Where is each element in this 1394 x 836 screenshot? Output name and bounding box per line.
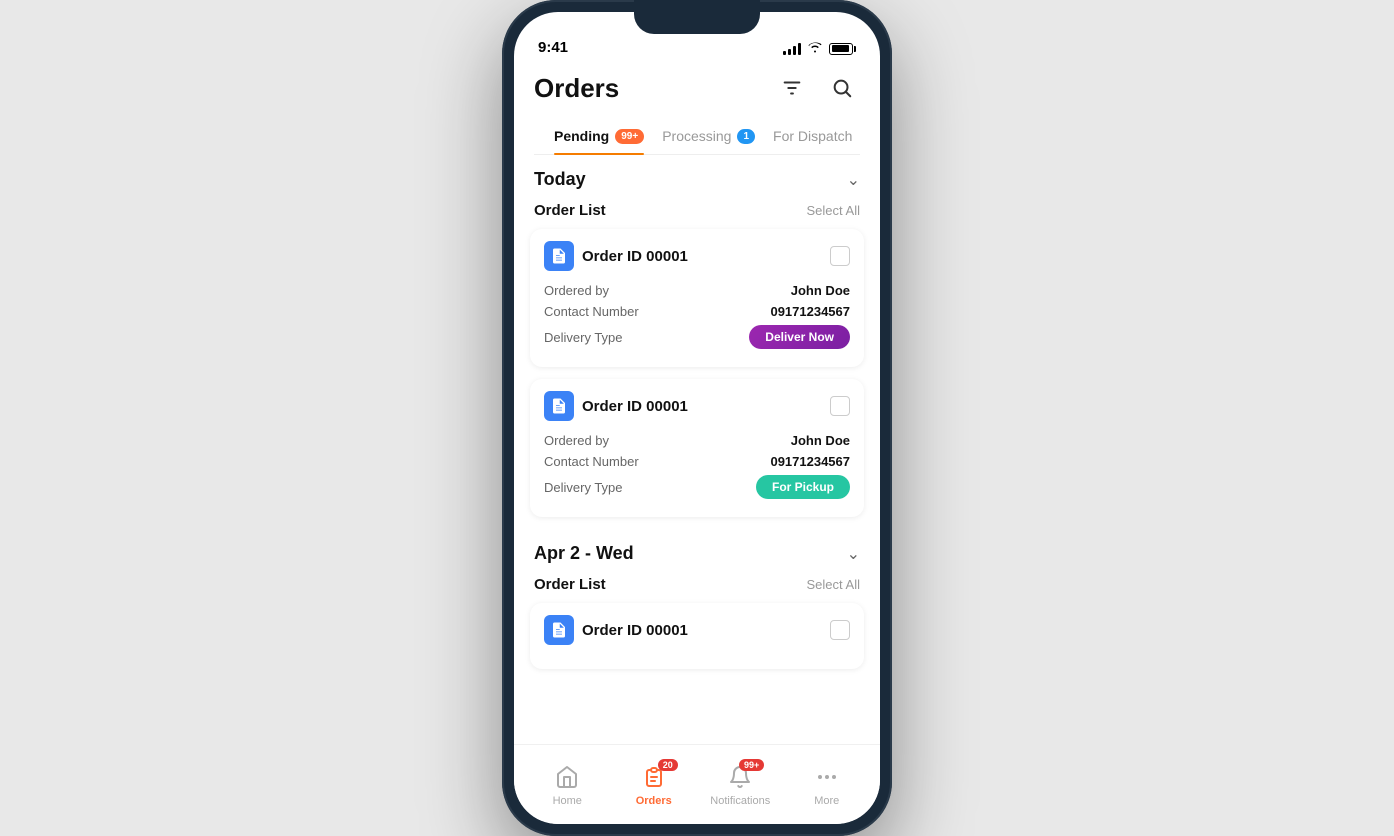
- order-checkbox-2[interactable]: [830, 396, 850, 416]
- today-select-all-button[interactable]: Select All: [807, 203, 860, 218]
- order-2-delivery-label: Delivery Type: [544, 480, 623, 495]
- apr2-select-all-button[interactable]: Select All: [807, 577, 860, 592]
- order-1-contact-value: 09171234567: [770, 304, 850, 319]
- order-checkbox-3[interactable]: [830, 620, 850, 640]
- order-2-ordered-by-value: John Doe: [791, 433, 850, 448]
- nav-home-icon-wrap: [549, 763, 585, 791]
- nav-orders-label: Orders: [636, 795, 672, 807]
- tab-processing[interactable]: Processing 1: [662, 118, 755, 154]
- tab-pending-label: Pending: [554, 128, 609, 144]
- tab-dispatch[interactable]: For Dispatch: [773, 118, 852, 154]
- order-card-3-header: Order ID 00001: [544, 615, 850, 645]
- phone-screen: 9:41: [514, 12, 880, 824]
- apr2-order-list-header: Order List Select All: [514, 574, 880, 603]
- today-title: Today: [534, 169, 586, 190]
- order-id-row-3: Order ID 00001: [544, 615, 688, 645]
- order-id-text-1: Order ID 00001: [582, 248, 688, 265]
- nav-orders-icon-wrap: 20: [636, 763, 672, 791]
- order-1-delivery-row: Delivery Type Deliver Now: [544, 325, 850, 349]
- search-button[interactable]: [824, 70, 860, 106]
- nav-more-icon-wrap: [809, 763, 845, 791]
- tab-processing-badge: 1: [737, 129, 755, 144]
- signal-icon: [783, 43, 801, 55]
- app-content: Orders: [514, 62, 880, 824]
- order-doc-icon-2: [544, 391, 574, 421]
- order-doc-icon-1: [544, 241, 574, 271]
- tab-pending[interactable]: Pending 99+: [554, 118, 644, 154]
- order-1-contact-label: Contact Number: [544, 304, 639, 319]
- order-id-text-2: Order ID 00001: [582, 398, 688, 415]
- nav-notifications-label: Notifications: [710, 795, 770, 807]
- order-card-2-header: Order ID 00001: [544, 391, 850, 421]
- nav-more-label: More: [814, 795, 839, 807]
- page-title: Orders: [534, 73, 619, 104]
- nav-home-label: Home: [553, 795, 582, 807]
- nav-item-orders[interactable]: 20 Orders: [611, 763, 698, 807]
- today-order-list-header: Order List Select All: [514, 200, 880, 229]
- order-card-1[interactable]: Order ID 00001 Ordered by John Doe Conta…: [530, 229, 864, 367]
- header-row: Orders: [534, 70, 860, 106]
- battery-icon: [829, 43, 856, 55]
- apr2-section-header: Apr 2 - Wed ⌄: [514, 529, 880, 574]
- order-card-2[interactable]: Order ID 00001 Ordered by John Doe Conta…: [530, 379, 864, 517]
- status-time: 9:41: [538, 39, 568, 56]
- tab-dispatch-label: For Dispatch: [773, 128, 852, 144]
- order-checkbox-1[interactable]: [830, 246, 850, 266]
- order-2-ordered-by-row: Ordered by John Doe: [544, 433, 850, 448]
- order-2-contact-row: Contact Number 09171234567: [544, 454, 850, 469]
- order-1-contact-row: Contact Number 09171234567: [544, 304, 850, 319]
- order-1-ordered-by-value: John Doe: [791, 283, 850, 298]
- nav-item-notifications[interactable]: 99+ Notifications: [697, 763, 784, 807]
- order-id-row-1: Order ID 00001: [544, 241, 688, 271]
- tab-processing-label: Processing: [662, 128, 731, 144]
- scroll-content: Today ⌄ Order List Select All Order ID: [514, 155, 880, 744]
- order-2-delivery-badge: For Pickup: [756, 475, 850, 499]
- nav-orders-badge: 20: [658, 759, 678, 771]
- today-section-header: Today ⌄: [514, 155, 880, 200]
- order-1-ordered-by-row: Ordered by John Doe: [544, 283, 850, 298]
- tab-pending-badge: 99+: [615, 129, 644, 144]
- nav-item-more[interactable]: More: [784, 763, 871, 807]
- apr2-order-list-label: Order List: [534, 576, 606, 593]
- header-icons: [774, 70, 860, 106]
- order-2-delivery-row: Delivery Type For Pickup: [544, 475, 850, 499]
- today-chevron-icon[interactable]: ⌄: [847, 170, 860, 190]
- order-1-delivery-badge: Deliver Now: [749, 325, 850, 349]
- apr2-chevron-icon[interactable]: ⌄: [847, 544, 860, 564]
- order-doc-icon-3: [544, 615, 574, 645]
- nav-notifications-icon-wrap: 99+: [722, 763, 758, 791]
- order-2-ordered-by-label: Ordered by: [544, 433, 609, 448]
- bottom-nav: Home 20 Orders: [514, 744, 880, 824]
- order-id-text-3: Order ID 00001: [582, 622, 688, 639]
- order-id-row-2: Order ID 00001: [544, 391, 688, 421]
- today-order-list-label: Order List: [534, 202, 606, 219]
- phone-frame: 9:41: [502, 0, 892, 836]
- nav-item-home[interactable]: Home: [524, 763, 611, 807]
- nav-notifications-badge: 99+: [739, 759, 764, 771]
- app-header: Orders: [514, 62, 880, 155]
- order-2-contact-label: Contact Number: [544, 454, 639, 469]
- order-1-ordered-by-label: Ordered by: [544, 283, 609, 298]
- status-icons: [783, 41, 856, 56]
- wifi-icon: [807, 41, 823, 56]
- order-card-3[interactable]: Order ID 00001: [530, 603, 864, 669]
- order-2-contact-value: 09171234567: [770, 454, 850, 469]
- filter-button[interactable]: [774, 70, 810, 106]
- order-card-1-header: Order ID 00001: [544, 241, 850, 271]
- apr2-title: Apr 2 - Wed: [534, 543, 634, 564]
- notch: [634, 0, 760, 34]
- order-1-delivery-label: Delivery Type: [544, 330, 623, 345]
- tabs-row: Pending 99+ Processing 1 For Dispatch: [534, 118, 860, 155]
